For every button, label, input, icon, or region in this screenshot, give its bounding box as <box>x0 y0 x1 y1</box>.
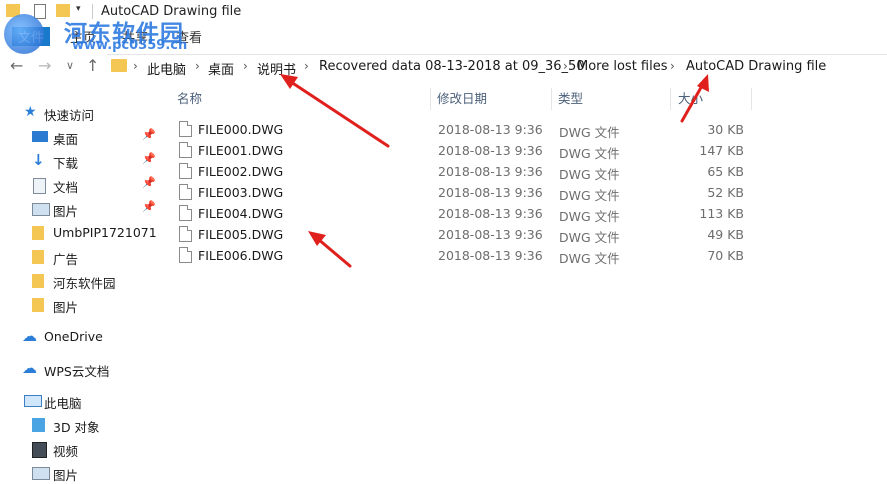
red-arrow-icon <box>280 74 390 148</box>
red-arrow-icon <box>308 231 352 268</box>
annotation-arrows <box>280 74 709 268</box>
red-arrow-icon <box>680 74 709 123</box>
